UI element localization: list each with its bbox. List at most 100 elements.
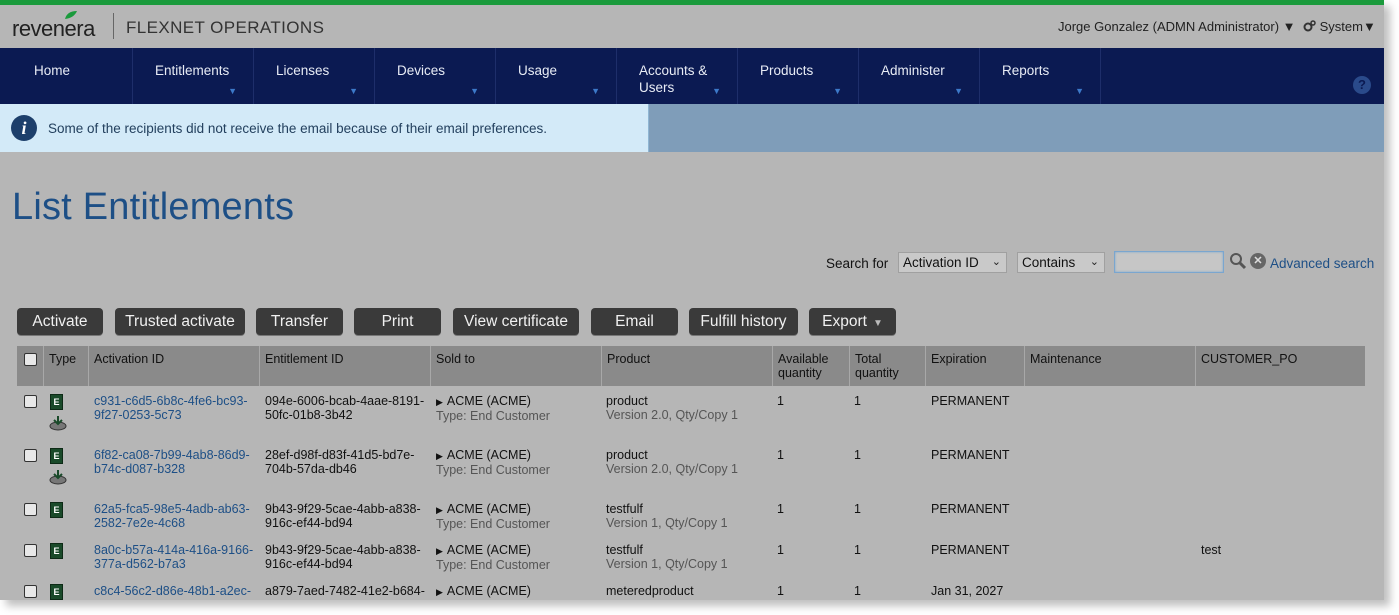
row-checkbox[interactable] [24,503,37,516]
row-checkbox[interactable] [24,395,37,408]
sold-to-type: Type: End Customer [436,409,550,423]
expiration: PERMANENT [931,502,1010,516]
user-menu[interactable]: Jorge Gonzalez (ADMN Administrator) ▼ [1058,19,1296,34]
expiration: Jan 31, 2027 [931,584,1004,598]
table-row: E 8a0c-b57a-414a-416a-9166- 377a-d562-b7… [17,535,1365,576]
col-type[interactable]: Type [44,346,89,386]
sold-to-type: Type: End Customer [436,558,550,572]
col-available-quantity[interactable]: Available quantity [773,346,850,386]
activation-id-line1: c8c4-56c2-d86e-48b1-a2ec- [94,584,252,598]
download-icon[interactable] [49,469,67,485]
system-menu[interactable]: System▼ [1303,19,1376,34]
table-row: E 62a5-fca5-98e5-4adb-ab63- 2582-7e2e-4c… [17,494,1365,535]
leaf-icon [65,11,77,19]
caret-down-icon: ▼ [349,86,358,96]
sold-to[interactable]: ▶ ACME (ACME) [436,584,531,599]
product: testfulf Version 1, Qty/Copy 1 [606,502,728,530]
entitlement-id: a879-7aed-7482-41e2-b684- [265,584,425,598]
caret-down-icon: ▼ [591,86,600,96]
col-expiration[interactable]: Expiration [926,346,1025,386]
col-product[interactable]: Product [602,346,773,386]
view-certificate-button[interactable]: View certificate [453,308,579,335]
nav-reports[interactable]: Reports ▼ [980,48,1101,104]
activation-id-line2: b74c-d087-b328 [94,462,186,476]
expand-triangle-icon: ▶ [436,397,443,407]
activation-id-link[interactable]: 8a0c-b57a-414a-416a-9166- 377a-d562-b7a3 [94,543,253,571]
product-name: FLEXNET OPERATIONS [126,18,325,37]
nav-entitlements[interactable]: Entitlements ▼ [133,48,254,104]
entitlement-type-icon: E [50,448,63,464]
help-icon[interactable]: ? [1353,76,1371,94]
product-name: meteredproduct [606,584,694,598]
activation-id-line1: 8a0c-b57a-414a-416a-9166- [94,543,254,557]
col-entitlement-id[interactable]: Entitlement ID [260,346,431,386]
sold-to-type: Type: End Customer [436,463,550,477]
download-icon[interactable] [49,415,67,431]
activation-id-link[interactable]: 6f82-ca08-7b99-4ab8-86d9- b74c-d087-b328 [94,448,250,476]
email-button[interactable]: Email [591,308,678,335]
gear-icon [1303,20,1316,32]
nav-label: Entitlements [155,63,230,78]
transfer-button[interactable]: Transfer [256,308,343,335]
caret-down-icon: ▼ [1075,86,1084,96]
entitlement-id-line1: a879-7aed-7482-41e2-b684- [265,584,425,598]
row-checkbox[interactable] [24,449,37,462]
brand-logo[interactable]: revenera [12,11,95,42]
system-menu-label: System▼ [1319,19,1376,34]
caret-down-icon: ▼ [228,86,237,96]
col-label: quantity [778,366,822,380]
caret-down-icon: ▼ [954,86,963,96]
available-quantity: 1 [777,584,784,598]
col-sold-to[interactable]: Sold to [431,346,602,386]
col-total-quantity[interactable]: Total quantity [850,346,926,386]
total-quantity: 1 [854,394,861,408]
print-button[interactable]: Print [354,308,441,335]
product-detail: Version 1, Qty/Copy 1 [606,516,728,530]
row-checkbox[interactable] [24,544,37,557]
select-all-checkbox[interactable] [24,353,37,366]
sold-to[interactable]: ▶ ACME (ACME) Type: End Customer [436,543,550,572]
activation-id-link[interactable]: c8c4-56c2-d86e-48b1-a2ec- [94,584,251,598]
search-operator-select[interactable]: Contains ⌄ [1017,252,1105,273]
search-label: Search for [826,256,889,271]
row-checkbox[interactable] [24,585,37,598]
nav-usage[interactable]: Usage ▼ [496,48,617,104]
caret-down-icon: ▼ [872,318,883,329]
entitlement-type-icon: E [50,502,63,518]
trusted-activate-button[interactable]: Trusted activate [115,308,245,335]
col-label: quantity [855,366,899,380]
export-button[interactable]: Export ▼ [809,308,896,335]
nav-products[interactable]: Products ▼ [738,48,859,104]
sold-to[interactable]: ▶ ACME (ACME) Type: End Customer [436,502,550,531]
activation-id-link[interactable]: c931-c6d5-6b8c-4fe6-bc93- 9f27-0253-5c73 [94,394,248,422]
app-header: revenera FLEXNET OPERATIONS Jorge Gonzal… [0,5,1384,48]
search-icon[interactable] [1229,252,1247,270]
nav-licenses[interactable]: Licenses ▼ [254,48,375,104]
col-activation-id[interactable]: Activation ID [89,346,260,386]
search-input[interactable] [1114,251,1224,273]
nav-home[interactable]: Home [12,48,133,104]
sold-to[interactable]: ▶ ACME (ACME) Type: End Customer [436,394,550,423]
available-quantity: 1 [777,502,784,516]
activation-id-line2: 377a-d562-b7a3 [94,557,186,571]
sold-to-type: Type: End Customer [436,517,550,531]
clear-search-icon[interactable]: ✕ [1250,253,1266,269]
product-name: testfulf [606,502,643,516]
activation-id-link[interactable]: 62a5-fca5-98e5-4adb-ab63- 2582-7e2e-4c68 [94,502,250,530]
sold-to[interactable]: ▶ ACME (ACME) Type: End Customer [436,448,550,477]
chevron-down-icon: ⌄ [991,256,1001,268]
search-field-select[interactable]: Activation ID ⌄ [898,252,1007,273]
nav-administer[interactable]: Administer ▼ [859,48,980,104]
activate-button[interactable]: Activate [17,308,103,335]
col-maintenance[interactable]: Maintenance [1025,346,1196,386]
product-detail: Version 1, Qty/Copy 1 [606,557,728,571]
fulfill-history-button[interactable]: Fulfill history [689,308,798,335]
col-customer-po[interactable]: CUSTOMER_PO [1196,346,1365,386]
advanced-search-link[interactable]: Advanced search [1270,256,1374,271]
entitlement-id-line2: 50fc-01b8-3b42 [265,408,353,422]
nav-devices[interactable]: Devices ▼ [375,48,496,104]
info-message-text: Some of the recipients did not receive t… [48,121,548,136]
nav-accounts-users[interactable]: Accounts & Users ▼ [617,48,738,104]
available-quantity: 1 [777,394,784,408]
activation-id-line1: c931-c6d5-6b8c-4fe6-bc93- [94,394,248,408]
